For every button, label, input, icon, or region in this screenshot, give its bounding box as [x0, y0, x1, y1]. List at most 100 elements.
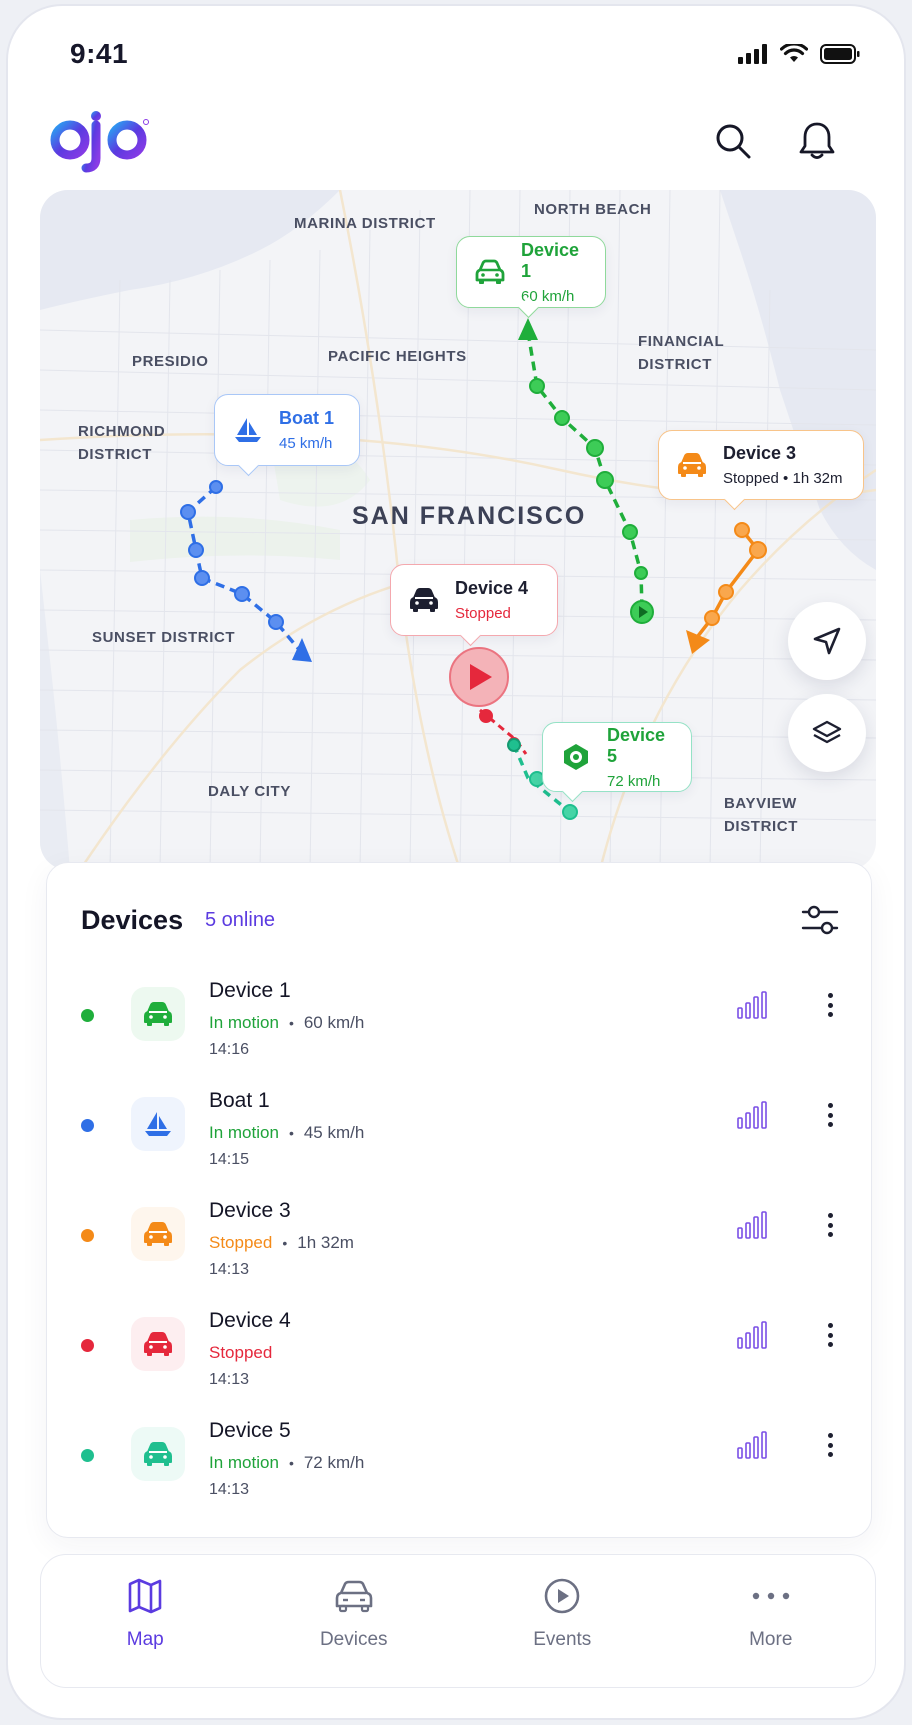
phone-frame: 9:41 MARINA DISTRICT NORTH BEACH PRESIDI… [6, 4, 906, 1720]
panel-title: Devices [81, 905, 184, 935]
callout-speed: 60 km/h [521, 287, 575, 305]
district-label: DISTRICT [638, 356, 712, 373]
car-icon [131, 1427, 185, 1481]
more-options-button[interactable] [823, 1097, 837, 1133]
nav-label: Events [533, 1629, 592, 1650]
district-label: BAYVIEW [724, 795, 797, 812]
car-icon [409, 585, 439, 615]
device-status-line: In motion • 45 km/h [209, 1123, 364, 1143]
device-name: Device 1 [209, 979, 291, 1002]
callout-device-4[interactable]: Device 4 Stopped [390, 564, 558, 636]
more-options-button[interactable] [823, 1207, 837, 1243]
search-icon [716, 124, 751, 159]
signal-strength-icon[interactable] [737, 1101, 767, 1129]
callout-device-5[interactable]: Device 5 72 km/h [542, 722, 692, 792]
device-time: 14:15 [209, 1151, 250, 1168]
status-icons [738, 44, 860, 64]
district-label: SUNSET DISTRICT [92, 629, 236, 646]
sliders-icon [801, 905, 839, 935]
callout-device-3[interactable]: Device 3 Stopped • 1h 32m [658, 430, 864, 500]
callout-speed: 45 km/h [279, 435, 333, 452]
filter-button[interactable] [797, 897, 843, 943]
device-status: In motion [209, 1013, 279, 1032]
nav-devices[interactable]: Devices [250, 1555, 459, 1687]
device-status: Stopped [209, 1233, 273, 1252]
device-row[interactable]: Device 3 Stopped • 1h 32m 14:13 [47, 1193, 871, 1297]
more-options-button[interactable] [823, 1317, 837, 1353]
callout-status: Stopped • 1h 32m [723, 470, 843, 487]
device-status-line: Stopped • 1h 32m [209, 1233, 354, 1253]
device-time: 14:16 [209, 1041, 250, 1058]
live-map[interactable]: MARINA DISTRICT NORTH BEACH PRESIDIO PAC… [40, 190, 876, 870]
car-icon [677, 450, 707, 480]
navigation-arrow-icon [813, 627, 841, 655]
device-row[interactable]: Boat 1 In motion • 45 km/h 14:15 [47, 1083, 871, 1187]
boat-icon [131, 1097, 185, 1151]
signal-strength-icon[interactable] [737, 1431, 767, 1459]
boat-icon [233, 415, 263, 445]
layers-button[interactable] [788, 694, 866, 772]
device-row[interactable]: Device 5 In motion • 72 km/h 14:13 [47, 1413, 871, 1517]
device-name: Device 5 [209, 1419, 291, 1442]
device-name: Device 4 [209, 1309, 291, 1332]
device-status-line: In motion • 60 km/h [209, 1013, 364, 1033]
device-meta: 60 km/h [303, 1013, 365, 1032]
more-options-button[interactable] [823, 1427, 837, 1463]
nav-label: Map [126, 1629, 164, 1650]
status-dot [81, 1339, 94, 1352]
wifi-icon [780, 44, 808, 62]
device-row[interactable]: Device 4 Stopped 14:13 [47, 1303, 871, 1407]
district-label: NORTH BEACH [534, 201, 652, 218]
callout-title: Device 4 [455, 578, 529, 598]
layers-icon [812, 720, 842, 744]
nav-map[interactable]: Map [41, 1555, 250, 1687]
bell-icon [799, 122, 835, 159]
callout-boat-1[interactable]: Boat 1 45 km/h [214, 394, 360, 466]
car-icon [131, 987, 185, 1041]
car-icon [334, 1575, 374, 1617]
ojo-logo [48, 106, 158, 181]
battery-icon [820, 44, 860, 64]
city-label: SAN FRANCISCO [352, 502, 587, 530]
device-status-line: Stopped [209, 1343, 272, 1363]
status-dot [81, 1229, 94, 1242]
tracker-icon [561, 742, 591, 772]
device-meta: 72 km/h [303, 1453, 365, 1472]
signal-strength-icon[interactable] [737, 1321, 767, 1349]
separator-dot: • [288, 1455, 294, 1471]
device-time: 14:13 [209, 1371, 250, 1388]
district-label: DISTRICT [724, 818, 798, 835]
device-name: Boat 1 [209, 1089, 270, 1112]
device-name: Device 3 [209, 1199, 291, 1222]
search-button[interactable] [708, 116, 758, 166]
signal-strength-icon[interactable] [737, 991, 767, 1019]
status-dot [81, 1009, 94, 1022]
nav-more[interactable]: More [667, 1555, 876, 1687]
signal-strength-icon[interactable] [737, 1211, 767, 1239]
notifications-button[interactable] [792, 116, 842, 166]
callout-title: Device 5 [607, 724, 666, 766]
district-label: MARINA DISTRICT [294, 215, 436, 232]
status-time: 9:41 [70, 38, 129, 69]
device-time: 14:13 [209, 1481, 250, 1498]
device-meta: 1h 32m [297, 1233, 354, 1252]
more-options-button[interactable] [823, 987, 837, 1023]
app-header [8, 102, 904, 192]
nav-events[interactable]: Events [458, 1555, 667, 1687]
device-row[interactable]: Device 1 In motion • 60 km/h 14:16 [47, 973, 871, 1077]
locate-button[interactable] [788, 602, 866, 680]
district-label: DISTRICT [78, 446, 152, 463]
callout-status: Stopped [455, 605, 511, 622]
district-label: PRESIDIO [132, 353, 209, 370]
district-label: FINANCIAL [638, 333, 725, 350]
callout-device-1[interactable]: Device 1 60 km/h [456, 236, 606, 308]
callout-title: Boat 1 [279, 408, 335, 428]
callout-title: Device 1 [521, 239, 580, 281]
map-icon [127, 1575, 163, 1617]
car-icon [131, 1207, 185, 1261]
online-count: 5 online [205, 909, 276, 931]
device-meta: 45 km/h [303, 1123, 365, 1142]
status-bar: 9:41 [8, 6, 904, 102]
separator-dot: • [288, 1125, 294, 1141]
district-label: PACIFIC HEIGHTS [328, 348, 467, 365]
